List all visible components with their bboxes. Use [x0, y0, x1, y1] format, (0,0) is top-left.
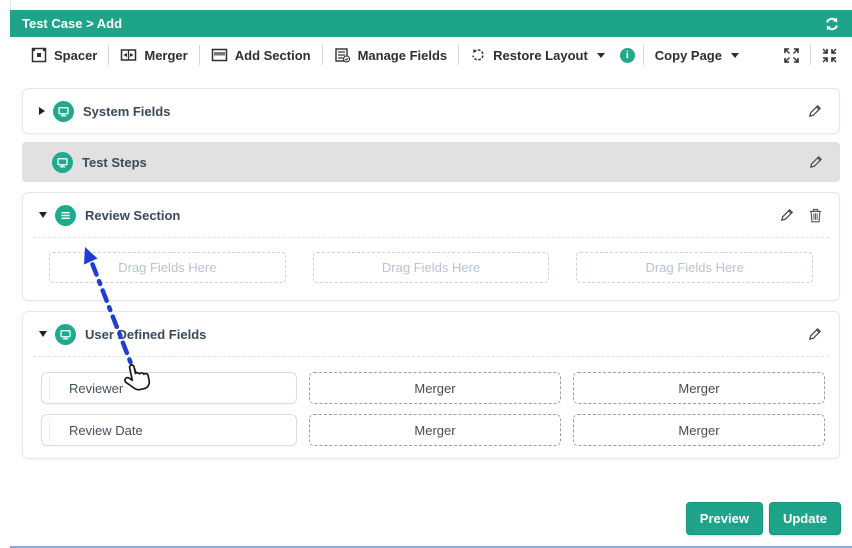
monitor-icon [57, 157, 68, 167]
review-section-header[interactable]: Review Section [23, 193, 839, 237]
title-bar: Test Case > Add [10, 10, 852, 37]
layout-editor-panel: Test Case > Add Spacer Merger Add Sectio… [10, 10, 852, 546]
section-title: Review Section [85, 207, 181, 223]
merge-slot[interactable]: Merger [573, 372, 825, 404]
page-title: Test Case > Add [22, 16, 123, 31]
collapse-all-icon[interactable] [821, 47, 838, 64]
restore-layout-label: Restore Layout [493, 47, 588, 63]
collapse-caret-icon[interactable] [39, 331, 47, 337]
merge-slot[interactable]: Merger [309, 414, 561, 446]
toolbar-divider [810, 45, 811, 65]
section-title: Test Steps [82, 154, 147, 170]
restore-layout-icon [472, 49, 484, 61]
user-defined-fields-header[interactable]: User Defined Fields [23, 312, 839, 356]
copy-page-dropdown[interactable]: Copy Page [644, 48, 750, 63]
field-review-date[interactable]: Review Date [41, 414, 297, 446]
manage-fields-label: Manage Fields [357, 47, 448, 63]
field-row: Reviewer Merger Merger [41, 372, 825, 404]
merge-slot[interactable]: Merger [573, 414, 825, 446]
add-section-button[interactable]: Add Section [200, 47, 322, 63]
list-icon [61, 211, 70, 219]
drop-zone[interactable]: Drag Fields Here [49, 252, 286, 283]
section-title: System Fields [83, 103, 171, 119]
info-icon[interactable]: i [619, 47, 635, 63]
section-title: User Defined Fields [85, 326, 207, 342]
section-badge [53, 100, 74, 122]
drop-zone[interactable]: Drag Fields Here [576, 252, 814, 283]
collapse-caret-icon[interactable] [39, 212, 47, 218]
layout-canvas: System Fields Test Steps Review Section … [10, 73, 852, 459]
copy-page-label: Copy Page [654, 47, 722, 63]
chevron-down-icon [596, 52, 605, 58]
preview-button[interactable]: Preview [685, 502, 763, 535]
system-fields-header[interactable]: System Fields [23, 89, 839, 133]
restore-layout-dropdown[interactable]: Restore Layout [459, 47, 616, 63]
section-badge [55, 204, 76, 226]
section-test-steps[interactable]: Test Steps [22, 142, 840, 182]
add-section-label: Add Section [234, 47, 311, 63]
section-badge [55, 323, 76, 345]
section-review: Review Section Drag Fields Here Drag Fie… [22, 192, 840, 301]
section-badge [52, 151, 73, 173]
edit-pencil-icon[interactable] [807, 103, 823, 119]
review-drop-row: Drag Fields Here Drag Fields Here Drag F… [23, 238, 839, 300]
add-section-icon [211, 48, 227, 62]
chevron-down-icon [730, 52, 739, 58]
section-user-defined-fields: User Defined Fields Reviewer Merger Merg… [22, 311, 840, 459]
spacer-label: Spacer [54, 47, 98, 63]
spacer-icon [31, 47, 47, 63]
merger-button[interactable]: Merger [109, 47, 198, 63]
manage-fields-button[interactable]: Manage Fields [323, 47, 459, 63]
refresh-icon[interactable] [824, 16, 840, 32]
monitor-icon [60, 329, 71, 339]
user-defined-rows: Reviewer Merger Merger Review Date Merge… [23, 357, 839, 458]
delete-trash-icon[interactable] [808, 207, 823, 223]
edit-pencil-icon[interactable] [808, 154, 824, 170]
drop-zone[interactable]: Drag Fields Here [312, 252, 550, 283]
merge-slot[interactable]: Merger [309, 372, 561, 404]
edit-pencil-icon[interactable] [779, 207, 795, 223]
field-row: Review Date Merger Merger [41, 414, 825, 446]
merger-label: Merger [144, 47, 188, 63]
expand-caret-icon[interactable] [39, 107, 45, 115]
toolbar: Spacer Merger Add Section Manage Fields … [10, 37, 852, 73]
update-button[interactable]: Update [768, 502, 841, 535]
field-reviewer[interactable]: Reviewer [41, 372, 297, 404]
manage-fields-icon [334, 48, 350, 63]
expand-all-icon[interactable] [783, 47, 800, 64]
spacer-button[interactable]: Spacer [20, 47, 108, 63]
merger-icon [121, 49, 137, 61]
toolbar-right-group [783, 45, 842, 65]
monitor-icon [58, 106, 69, 116]
section-system-fields: System Fields [22, 88, 840, 134]
edit-pencil-icon[interactable] [807, 326, 823, 342]
footer-actions: Preview Update [685, 502, 841, 535]
